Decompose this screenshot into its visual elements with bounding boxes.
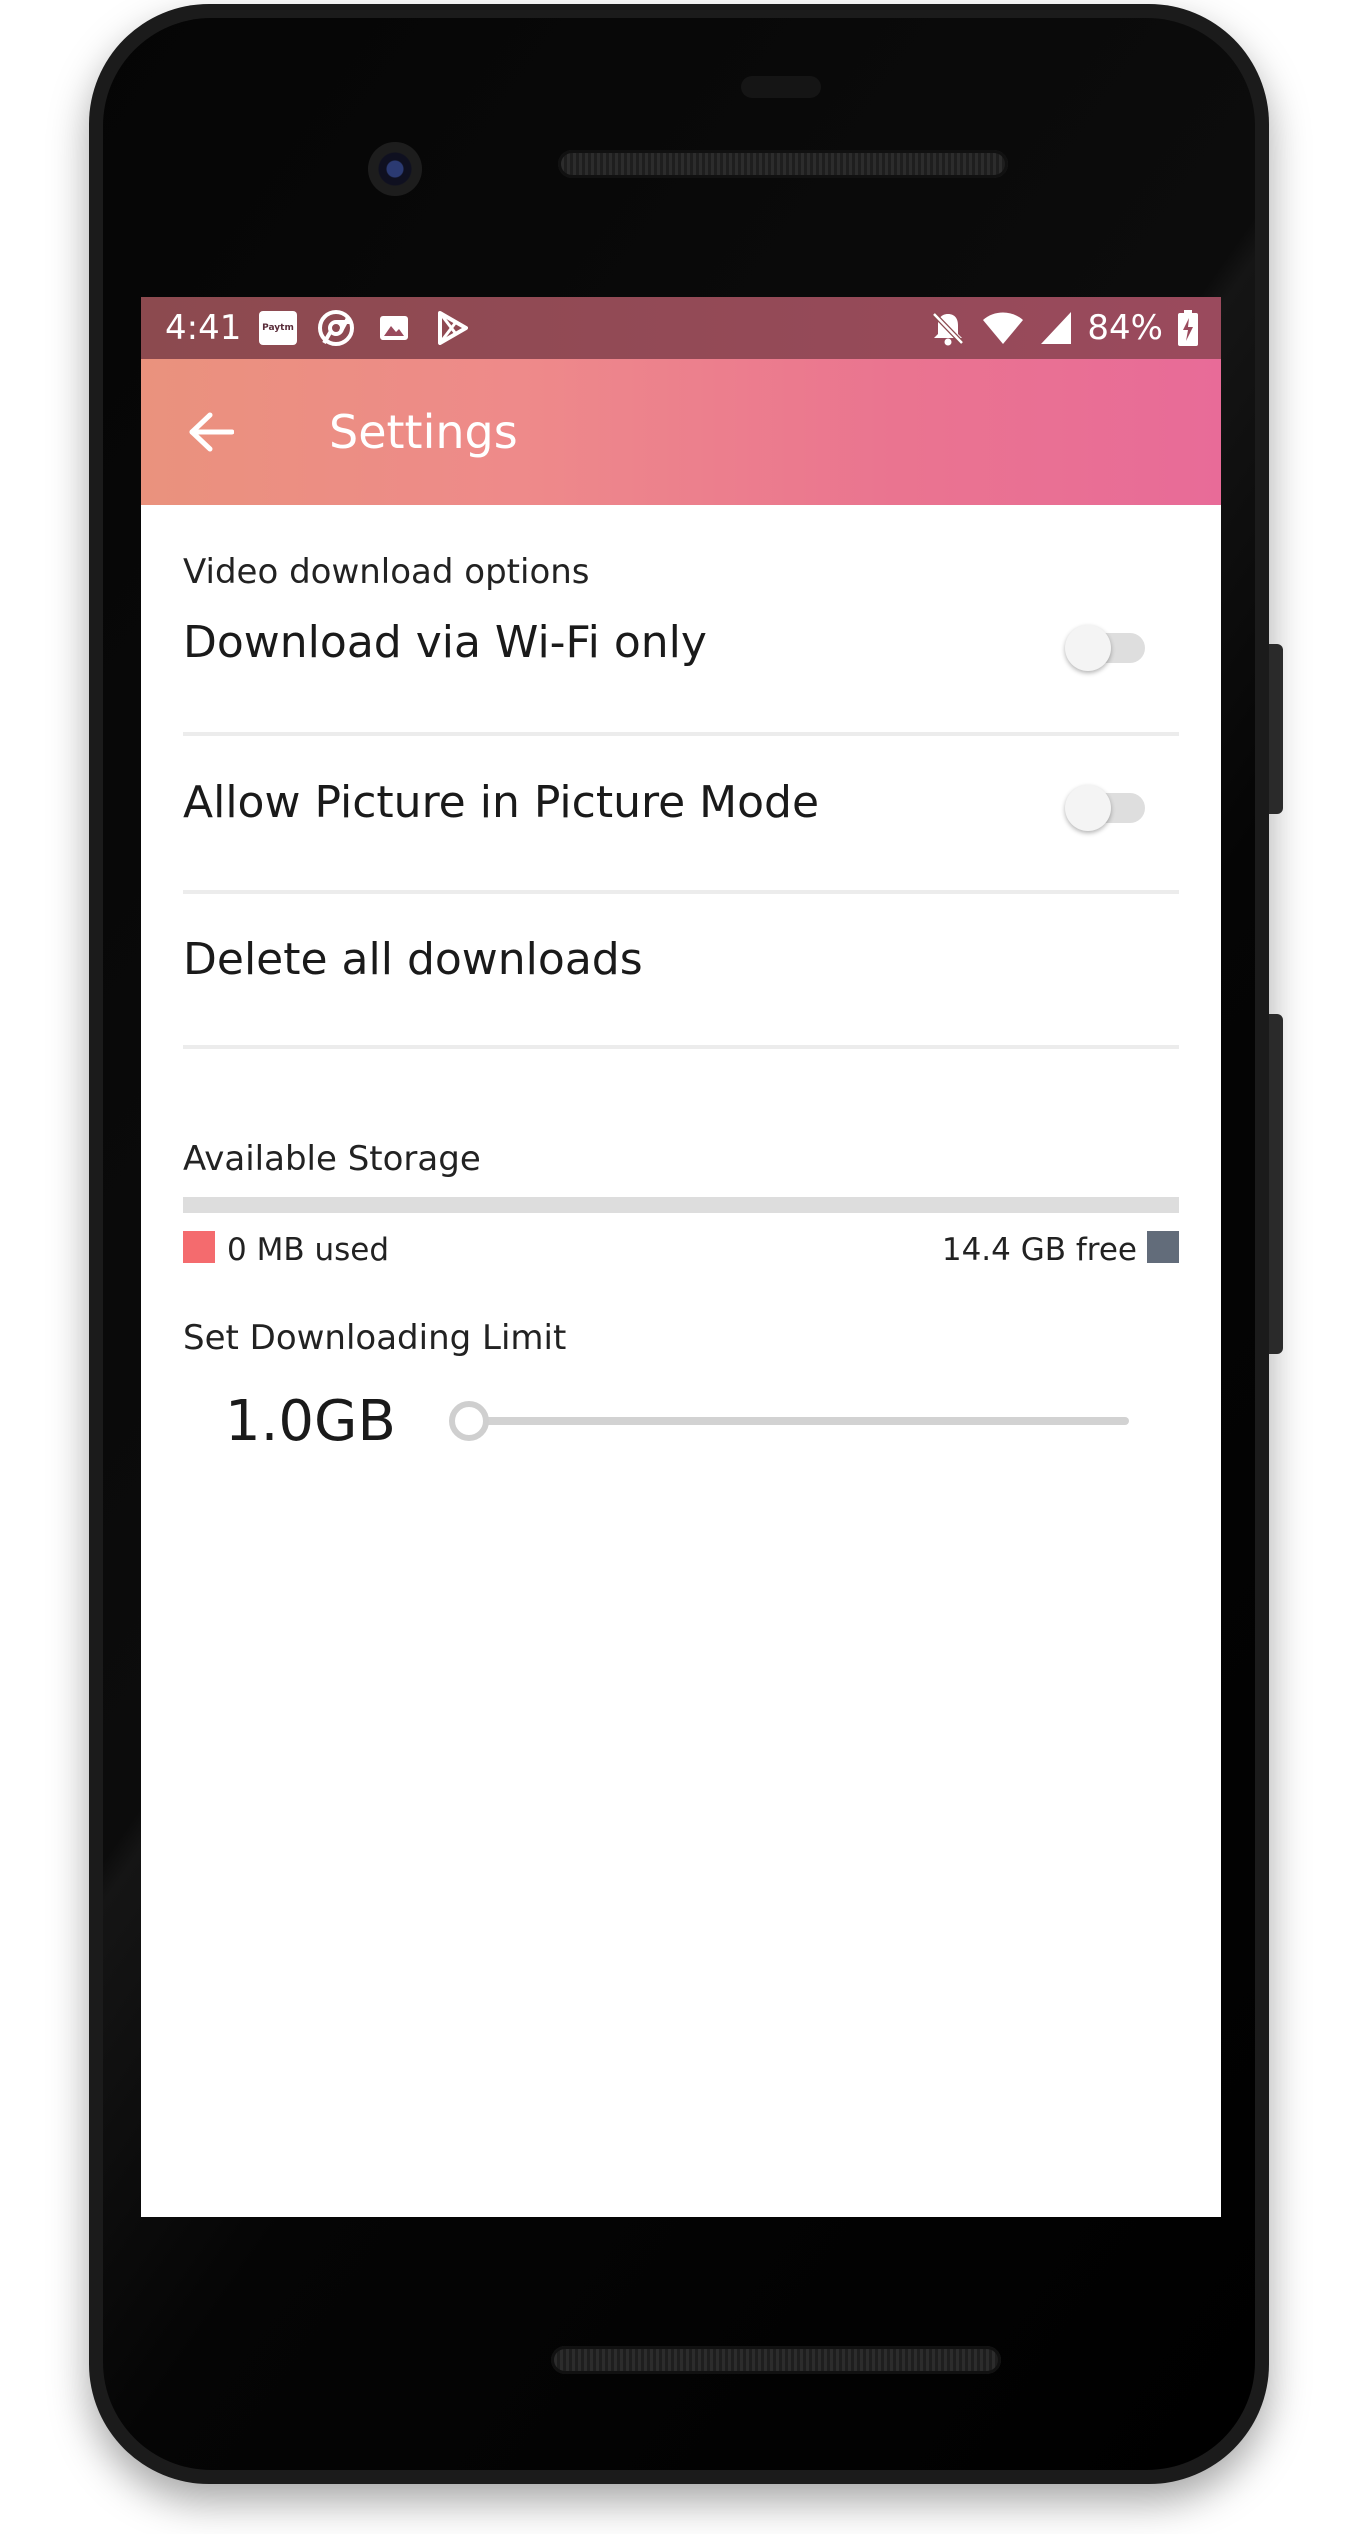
available-storage-title: Available Storage	[183, 1139, 481, 1179]
notification-icons: Paytm	[259, 309, 471, 347]
divider	[183, 890, 1179, 894]
battery-percent: 84%	[1087, 308, 1163, 348]
delete-all-downloads-row[interactable]: Delete all downloads	[183, 934, 1179, 986]
app-screen: 4:41 Paytm 84% Settings Video download o…	[141, 297, 1221, 2217]
divider	[183, 1045, 1179, 1049]
picture-in-picture-label: Allow Picture in Picture Mode	[183, 777, 820, 828]
front-camera	[368, 142, 422, 196]
battery-charging-icon	[1178, 310, 1198, 346]
picture-in-picture-toggle[interactable]	[1065, 777, 1149, 833]
storage-free-label: 14.4 GB free	[941, 1232, 1137, 1268]
toggle-thumb	[1065, 625, 1111, 671]
download-limit-slider[interactable]	[449, 1397, 1149, 1447]
play-store-icon	[433, 309, 471, 347]
chrome-icon	[317, 309, 355, 347]
divider	[183, 732, 1179, 736]
bell-off-icon	[932, 312, 965, 346]
delete-all-downloads-label: Delete all downloads	[183, 934, 643, 985]
download-limit-value: 1.0GB	[225, 1389, 396, 1454]
storage-usage-bar	[183, 1197, 1179, 1213]
storage-used-label: 0 MB used	[227, 1232, 389, 1268]
app-toolbar: Settings	[141, 359, 1221, 505]
volume-button	[1269, 1014, 1283, 1354]
video-options-section-title: Video download options	[183, 552, 590, 592]
wifi-only-row[interactable]: Download via Wi-Fi only	[183, 617, 1179, 669]
cell-signal-icon	[1041, 312, 1072, 344]
image-icon	[375, 309, 413, 347]
wifi-icon	[983, 312, 1024, 344]
slider-thumb[interactable]	[449, 1401, 489, 1441]
status-bar: 4:41 Paytm 84%	[141, 297, 1221, 359]
used-legend-swatch	[183, 1231, 215, 1263]
status-time: 4:41	[165, 308, 242, 348]
picture-in-picture-row[interactable]: Allow Picture in Picture Mode	[183, 777, 1179, 829]
wifi-only-toggle[interactable]	[1065, 617, 1149, 673]
slider-track	[469, 1417, 1129, 1425]
paytm-icon: Paytm	[259, 309, 297, 347]
paytm-logo: Paytm	[259, 311, 297, 345]
back-button[interactable]	[181, 404, 241, 460]
earpiece-speaker	[558, 150, 1008, 178]
wifi-only-label: Download via Wi-Fi only	[183, 617, 707, 668]
download-limit-title: Set Downloading Limit	[183, 1318, 567, 1358]
proximity-sensor	[741, 76, 821, 98]
free-legend-swatch	[1147, 1231, 1179, 1263]
power-button	[1269, 644, 1283, 814]
page-title: Settings	[329, 405, 518, 459]
bottom-speaker	[551, 2346, 1001, 2374]
arrow-left-icon	[189, 412, 234, 452]
toggle-thumb	[1065, 785, 1111, 831]
system-status-icons: 84%	[929, 309, 1199, 347]
